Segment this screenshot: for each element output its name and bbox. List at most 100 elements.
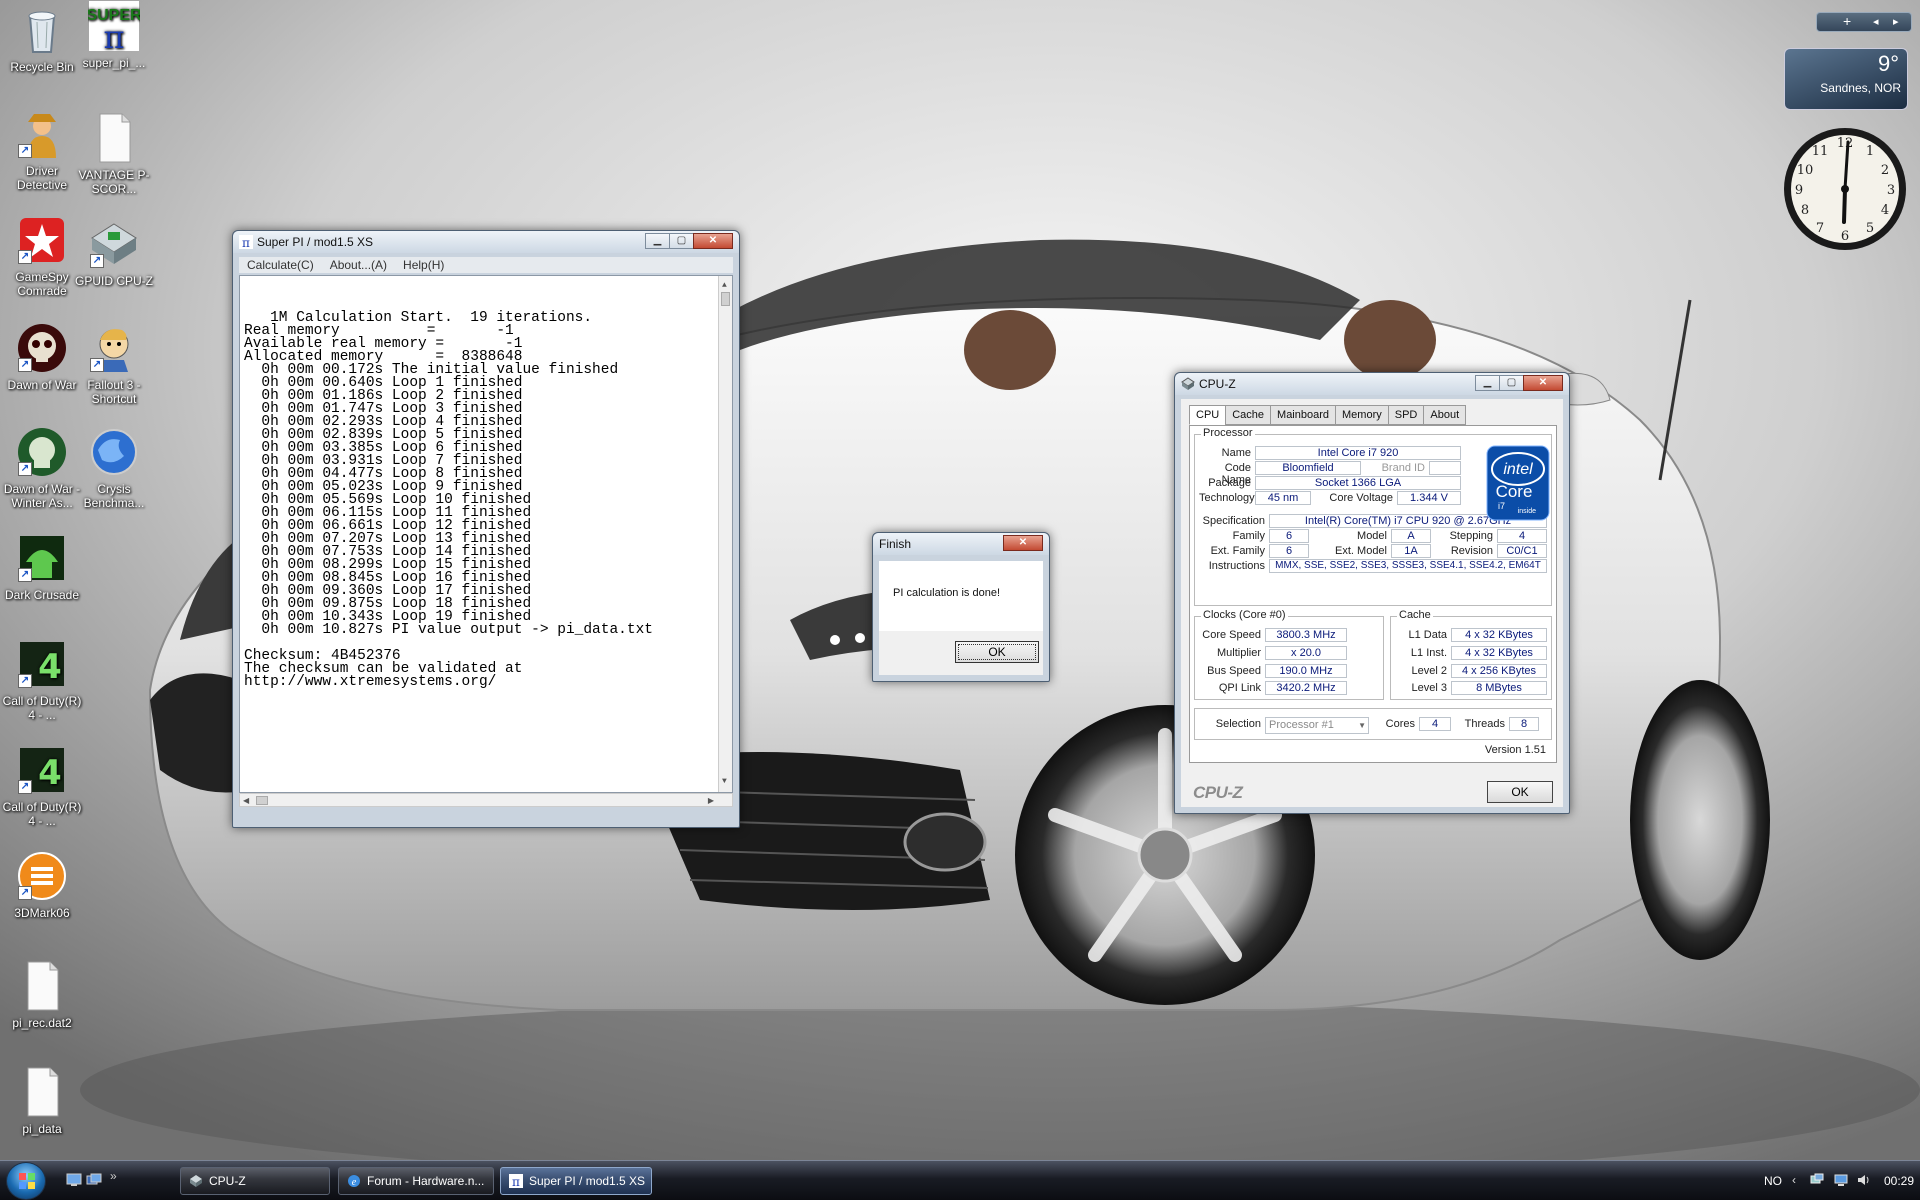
shortcut-arrow-icon: ↗ <box>18 250 32 264</box>
menu-help[interactable]: Help(H) <box>395 257 452 273</box>
desktop-icon-cpuz[interactable]: ↗ GPUID CPU-Z <box>72 218 156 288</box>
instructions-value: MMX, SSE, SSE2, SSE3, SSSE3, SSE4.1, SSE… <box>1269 559 1547 573</box>
desktop-icon-crysis[interactable]: Crysis Benchma... <box>72 426 156 510</box>
quicklaunch-switch-windows-icon[interactable] <box>86 1173 102 1187</box>
network-icon[interactable] <box>1810 1173 1824 1187</box>
desktop-icon-call-of-duty-1[interactable]: 4 ↗ Call of Duty(R) 4 - ... <box>0 638 84 722</box>
desktop-icon-dark-crusade[interactable]: ↗ Dark Crusade <box>0 532 84 602</box>
quicklaunch-desktop-icon[interactable] <box>66 1173 82 1187</box>
l1-data-value: 4 x 32 KBytes <box>1451 628 1547 642</box>
close-button[interactable]: ✕ <box>693 233 733 249</box>
desktop-icon-3dmark06[interactable]: ↗ 3DMark06 <box>0 850 84 920</box>
cpuz-tabs: CPU Cache Mainboard Memory SPD About <box>1189 405 1467 425</box>
maximize-button[interactable]: ▢ <box>669 233 694 249</box>
weather-gadget[interactable]: 9° Sandnes, NOR <box>1784 48 1908 110</box>
output-line: 0h 00m 08.845s Loop 16 finished <box>244 569 532 586</box>
desktop-icon-pi-rec-dat2[interactable]: pi_rec.dat2 <box>0 960 84 1030</box>
tab-cpu[interactable]: CPU <box>1189 405 1227 425</box>
finish-footer: OK <box>879 631 1043 675</box>
cpu-chip-icon <box>190 1175 202 1187</box>
desktop-icon-vantage[interactable]: VANTAGE P-SCOR... <box>72 112 156 196</box>
tab-mainboard[interactable]: Mainboard <box>1270 405 1337 425</box>
task-superpi[interactable]: π Super PI / mod1.5 XS <box>500 1167 652 1195</box>
tab-cache[interactable]: Cache <box>1225 405 1272 425</box>
menu-calculate[interactable]: Calculate(C) <box>239 257 322 273</box>
desktop-icon-pi-data[interactable]: pi_data <box>0 1066 84 1136</box>
clocks-group: Clocks (Core #0) Core Speed 3800.3 MHz M… <box>1194 609 1384 700</box>
stepping-label: Stepping <box>1449 530 1493 542</box>
volume-icon[interactable] <box>1856 1173 1870 1187</box>
clock-gadget[interactable]: 12 12 3 45 6 78 9 10 11 <box>1782 126 1908 252</box>
output-line: 0h 00m 05.569s Loop 10 finished <box>244 491 532 508</box>
tab-spd[interactable]: SPD <box>1387 405 1425 425</box>
level2-value: 4 x 256 KBytes <box>1451 664 1547 678</box>
desktop-icon-label: Crysis Benchma... <box>83 482 145 510</box>
cpuz-titlebar[interactable]: CPU-Z ▁ ▢ ✕ <box>1175 373 1569 395</box>
clocks-legend: Clocks (Core #0) <box>1201 609 1288 621</box>
desktop-icon-label: Call of Duty(R) 4 - ... <box>2 800 82 828</box>
svg-text:9: 9 <box>1795 183 1803 198</box>
cpuz-window[interactable]: CPU-Z ▁ ▢ ✕ CPU Cache Mainboard Memory S… <box>1174 372 1570 814</box>
model-value: A <box>1391 529 1431 543</box>
scroll-thumb[interactable] <box>256 796 268 805</box>
desktop-icon-call-of-duty-2[interactable]: 4 ↗ Call of Duty(R) 4 - ... <box>0 744 84 828</box>
scroll-thumb[interactable] <box>721 292 730 306</box>
vertical-scrollbar[interactable]: ▲ ▼ <box>718 276 732 792</box>
tray-expand-icon[interactable]: ‹ <box>1792 1173 1796 1187</box>
processor-select[interactable]: Processor #1 ▼ <box>1265 717 1369 734</box>
name-label: Name <box>1221 447 1251 459</box>
output-line: Allocated memory = 8388648 <box>244 348 523 365</box>
quicklaunch-overflow-icon[interactable]: » <box>110 1169 117 1183</box>
output-line: 0h 00m 03.931s Loop 7 finished <box>244 452 523 469</box>
monitor-icon[interactable] <box>1834 1173 1848 1187</box>
task-cpuz[interactable]: CPU-Z <box>180 1167 330 1195</box>
super-pi-icon: SUPERπ <box>86 1 142 56</box>
desktop-icon-label: Dark Crusade <box>4 588 80 602</box>
svg-text:4: 4 <box>38 647 62 687</box>
start-button[interactable] <box>6 1162 46 1200</box>
finish-titlebar[interactable]: Finish ✕ <box>873 533 1049 555</box>
tab-memory[interactable]: Memory <box>1335 405 1389 425</box>
stepping-value: 4 <box>1497 529 1547 543</box>
ext-family-value: 6 <box>1269 544 1309 558</box>
tab-about[interactable]: About <box>1423 405 1467 425</box>
cache-group: Cache L1 Data 4 x 32 KBytes L1 Inst. 4 x… <box>1390 609 1552 700</box>
superpi-window[interactable]: π Super PI / mod1.5 XS ▁ ▢ ✕ Calculate(C… <box>232 230 740 828</box>
maximize-button[interactable]: ▢ <box>1499 375 1524 391</box>
task-label: Super PI / mod1.5 XS <box>529 1174 646 1188</box>
add-gadget-button[interactable]: + <box>1843 13 1851 29</box>
prev-gadget-button[interactable]: ◂ <box>1873 15 1879 28</box>
svg-text:8: 8 <box>1801 203 1809 218</box>
shortcut-arrow-icon: ↗ <box>18 144 32 158</box>
minimize-button[interactable]: ▁ <box>645 233 670 249</box>
selection-group: Selection Processor #1 ▼ Cores 4 Threads… <box>1194 708 1552 740</box>
superpi-output[interactable]: 1M Calculation Start. 19 iterations. Real… <box>239 275 733 793</box>
language-indicator[interactable]: NO <box>1764 1174 1782 1188</box>
instructions-label: Instructions <box>1208 560 1265 572</box>
desktop-icon-super-pi[interactable]: SUPER π super_pi_... <box>72 0 156 70</box>
threads-label: Threads <box>1464 718 1505 730</box>
finish-dialog[interactable]: Finish ✕ PI calculation is done! OK <box>872 532 1050 682</box>
ok-button[interactable]: OK <box>955 641 1039 663</box>
cpu-name-value: Intel Core i7 920 <box>1255 446 1461 460</box>
next-gadget-button[interactable]: ▸ <box>1893 15 1899 28</box>
shortcut-arrow-icon: ↗ <box>18 886 32 900</box>
svg-text:5: 5 <box>1866 221 1874 236</box>
taskbar: » CPU-Z e Forum - Hardware.n... π Super … <box>0 1160 1920 1200</box>
level2-label: Level 2 <box>1411 665 1447 677</box>
menu-about[interactable]: About...(A) <box>322 257 395 273</box>
minimize-button[interactable]: ▁ <box>1475 375 1500 391</box>
output-line: 0h 00m 08.299s Loop 15 finished <box>244 556 532 573</box>
close-button[interactable]: ✕ <box>1523 375 1563 391</box>
desktop-icon-fallout3[interactable]: ↗ Fallout 3 - Shortcut <box>72 322 156 406</box>
close-button[interactable]: ✕ <box>1003 535 1043 551</box>
svg-text:π: π <box>242 236 250 249</box>
task-forum-browser[interactable]: e Forum - Hardware.n... <box>338 1167 494 1195</box>
clock-time[interactable]: 00:29 <box>1884 1174 1914 1188</box>
l1-data-label: L1 Data <box>1408 629 1447 641</box>
ok-button[interactable]: OK <box>1487 781 1553 803</box>
horizontal-scrollbar[interactable]: ◀ ▶ <box>239 793 733 807</box>
revision-label: Revision <box>1450 545 1493 557</box>
family-label: Family <box>1232 530 1265 542</box>
superpi-titlebar[interactable]: π Super PI / mod1.5 XS ▁ ▢ ✕ <box>233 231 739 253</box>
